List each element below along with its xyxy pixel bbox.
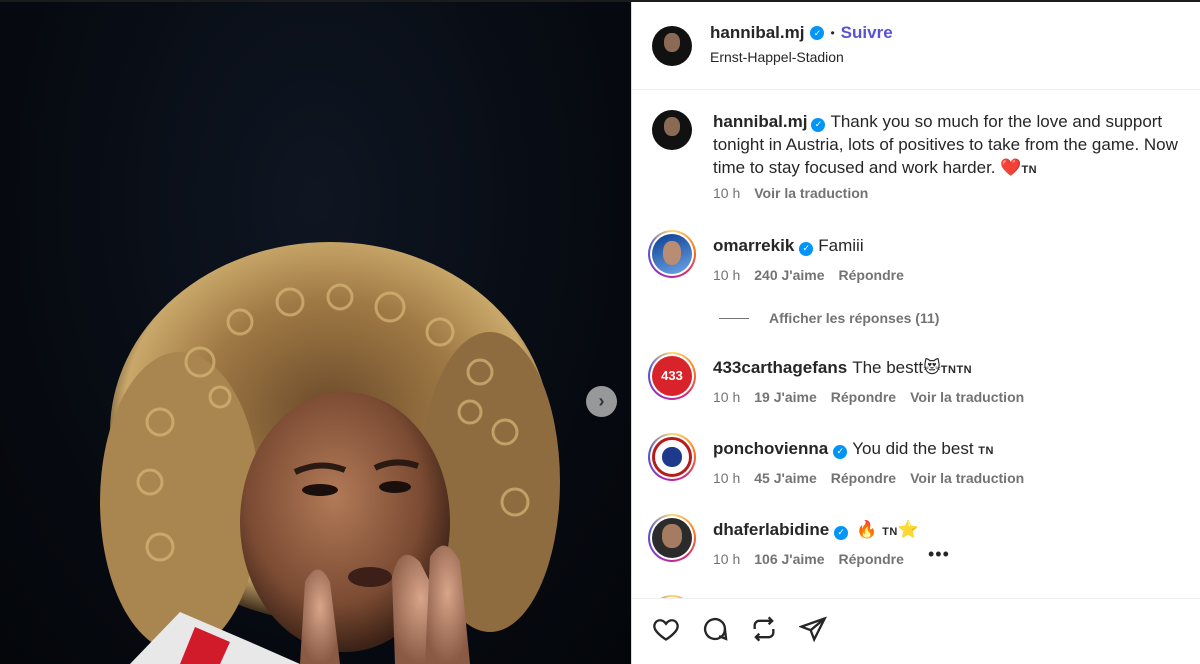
fire-emoji: 🔥 [856,520,878,539]
separator-dot: • [830,26,835,40]
caption-meta: 10 h Voir la traduction [713,185,868,201]
verified-badge-icon: ✓ [799,241,814,256]
comment-likes[interactable]: 45 J'aime [754,470,817,486]
post-location[interactable]: Ernst-Happel-Stadion [710,49,844,65]
comment-likes[interactable]: 106 J'aime [754,551,824,567]
comment-text-line: omarrekik ✓ Famiii [713,236,864,256]
comment-text-line: ponchovienna ✓ You did the best TN [713,439,994,459]
author-avatar[interactable] [652,26,692,66]
comment-time: 10 h [713,389,741,405]
more-options-icon[interactable]: ••• [928,544,950,565]
comment-username[interactable]: ponchovienna [713,439,828,458]
view-replies-label: Afficher les réponses (11) [769,310,940,326]
flag-tn: TN [978,445,994,457]
verified-badge-icon: ✓ [810,26,825,40]
see-translation-link[interactable]: Voir la traduction [910,389,1024,405]
share-icon[interactable] [797,615,831,647]
post-photo [100,242,560,664]
comment-meta: 10 h 106 J'aime Répondre [713,551,904,567]
verified-badge-icon: ✓ [834,525,849,540]
chevron-right-icon: › [598,391,605,411]
flag-tn: TN [882,526,898,538]
comment-text: Famiii [818,236,864,255]
post-media[interactable]: › [0,2,631,664]
repost-icon[interactable] [750,615,782,647]
comment-time: 10 h [713,470,741,486]
comment-meta: 10 h 19 J'aime Répondre Voir la traducti… [713,389,1024,405]
flag-tn: TNTN [940,364,973,376]
commenter-avatar[interactable] [652,356,692,396]
view-replies-button[interactable]: Afficher les réponses (11) [719,310,939,326]
comment-time: 10 h [713,551,741,567]
reply-button[interactable]: Répondre [839,551,904,567]
heart-icon[interactable] [652,615,684,647]
post-side-panel: hannibal.mj ✓ • Suivre Ernst-Happel-Stad… [631,2,1200,664]
comment-text-line: dhaferlabidine ✓ 🔥 TN⭐ [713,520,919,540]
story-ring[interactable] [648,230,696,278]
author-username[interactable]: hannibal.mj [710,23,804,43]
commenter-avatar[interactable] [652,437,692,477]
reply-button[interactable]: Répondre [831,389,896,405]
heart-emoji: ❤️ [1000,158,1022,177]
comment-username[interactable]: 433carthagefans [713,358,847,377]
see-translation-link[interactable]: Voir la traduction [910,470,1024,486]
see-translation-link[interactable]: Voir la traduction [754,185,868,201]
reply-button[interactable]: Répondre [839,267,904,283]
caption-time: 10 h [713,185,741,201]
comment-item: omarrekik ✓ Famiii 10 h 240 J'aime Répondr… [632,230,1200,310]
heart-eyes-emoji: 😻 [923,358,941,377]
author-line: hannibal.mj ✓ • Suivre [710,23,893,43]
commenter-avatar[interactable] [652,234,692,274]
story-ring[interactable] [648,433,696,481]
comment-text: The bestt [852,358,924,377]
follow-button[interactable]: Suivre [841,23,893,43]
comment-time: 10 h [713,267,741,283]
comment-likes[interactable]: 240 J'aime [754,267,824,283]
caption-username[interactable]: hannibal.mj [713,112,807,131]
comment-meta: 10 h 240 J'aime Répondre [713,267,904,283]
comment-username[interactable]: omarrekik [713,236,794,255]
caption-avatar[interactable] [652,110,692,150]
comment-item: dhaferlabidine ✓ 🔥 TN⭐ 10 h 106 J'aime Rép… [632,514,1200,594]
commenter-avatar[interactable] [652,518,692,558]
caption-text-block: hannibal.mj ✓ Thank you so much for the lo… [713,110,1193,182]
post-header: hannibal.mj ✓ • Suivre Ernst-Happel-Stad… [632,2,1200,90]
reply-button[interactable]: Répondre [831,470,896,486]
replies-line [719,317,749,319]
next-image-button[interactable]: › [586,386,617,417]
post-action-bar [632,598,1200,664]
comment-text: You did the best [852,439,974,458]
comment-likes[interactable]: 19 J'aime [754,389,817,405]
star-emoji: ⭐ [897,520,919,539]
comment-username[interactable]: dhaferlabidine [713,520,829,539]
flag-tn: TN [1021,164,1038,176]
story-ring[interactable] [648,514,696,562]
comment-item: ponchovienna ✓ You did the best TN 10 h 45… [632,433,1200,513]
story-ring[interactable] [648,352,696,400]
comment-meta: 10 h 45 J'aime Répondre Voir la traducti… [713,470,1024,486]
comment-text-line: 433carthagefans The bestt😻TNTN [713,358,972,378]
comment-icon[interactable] [701,615,733,647]
verified-badge-icon: ✓ [811,117,826,132]
comments-list[interactable]: hannibal.mj ✓ Thank you so much for the lo… [632,90,1200,598]
verified-badge-icon: ✓ [833,444,848,459]
comment-item: 433carthagefans The bestt😻TNTN 10 h 19 J'… [632,352,1200,432]
